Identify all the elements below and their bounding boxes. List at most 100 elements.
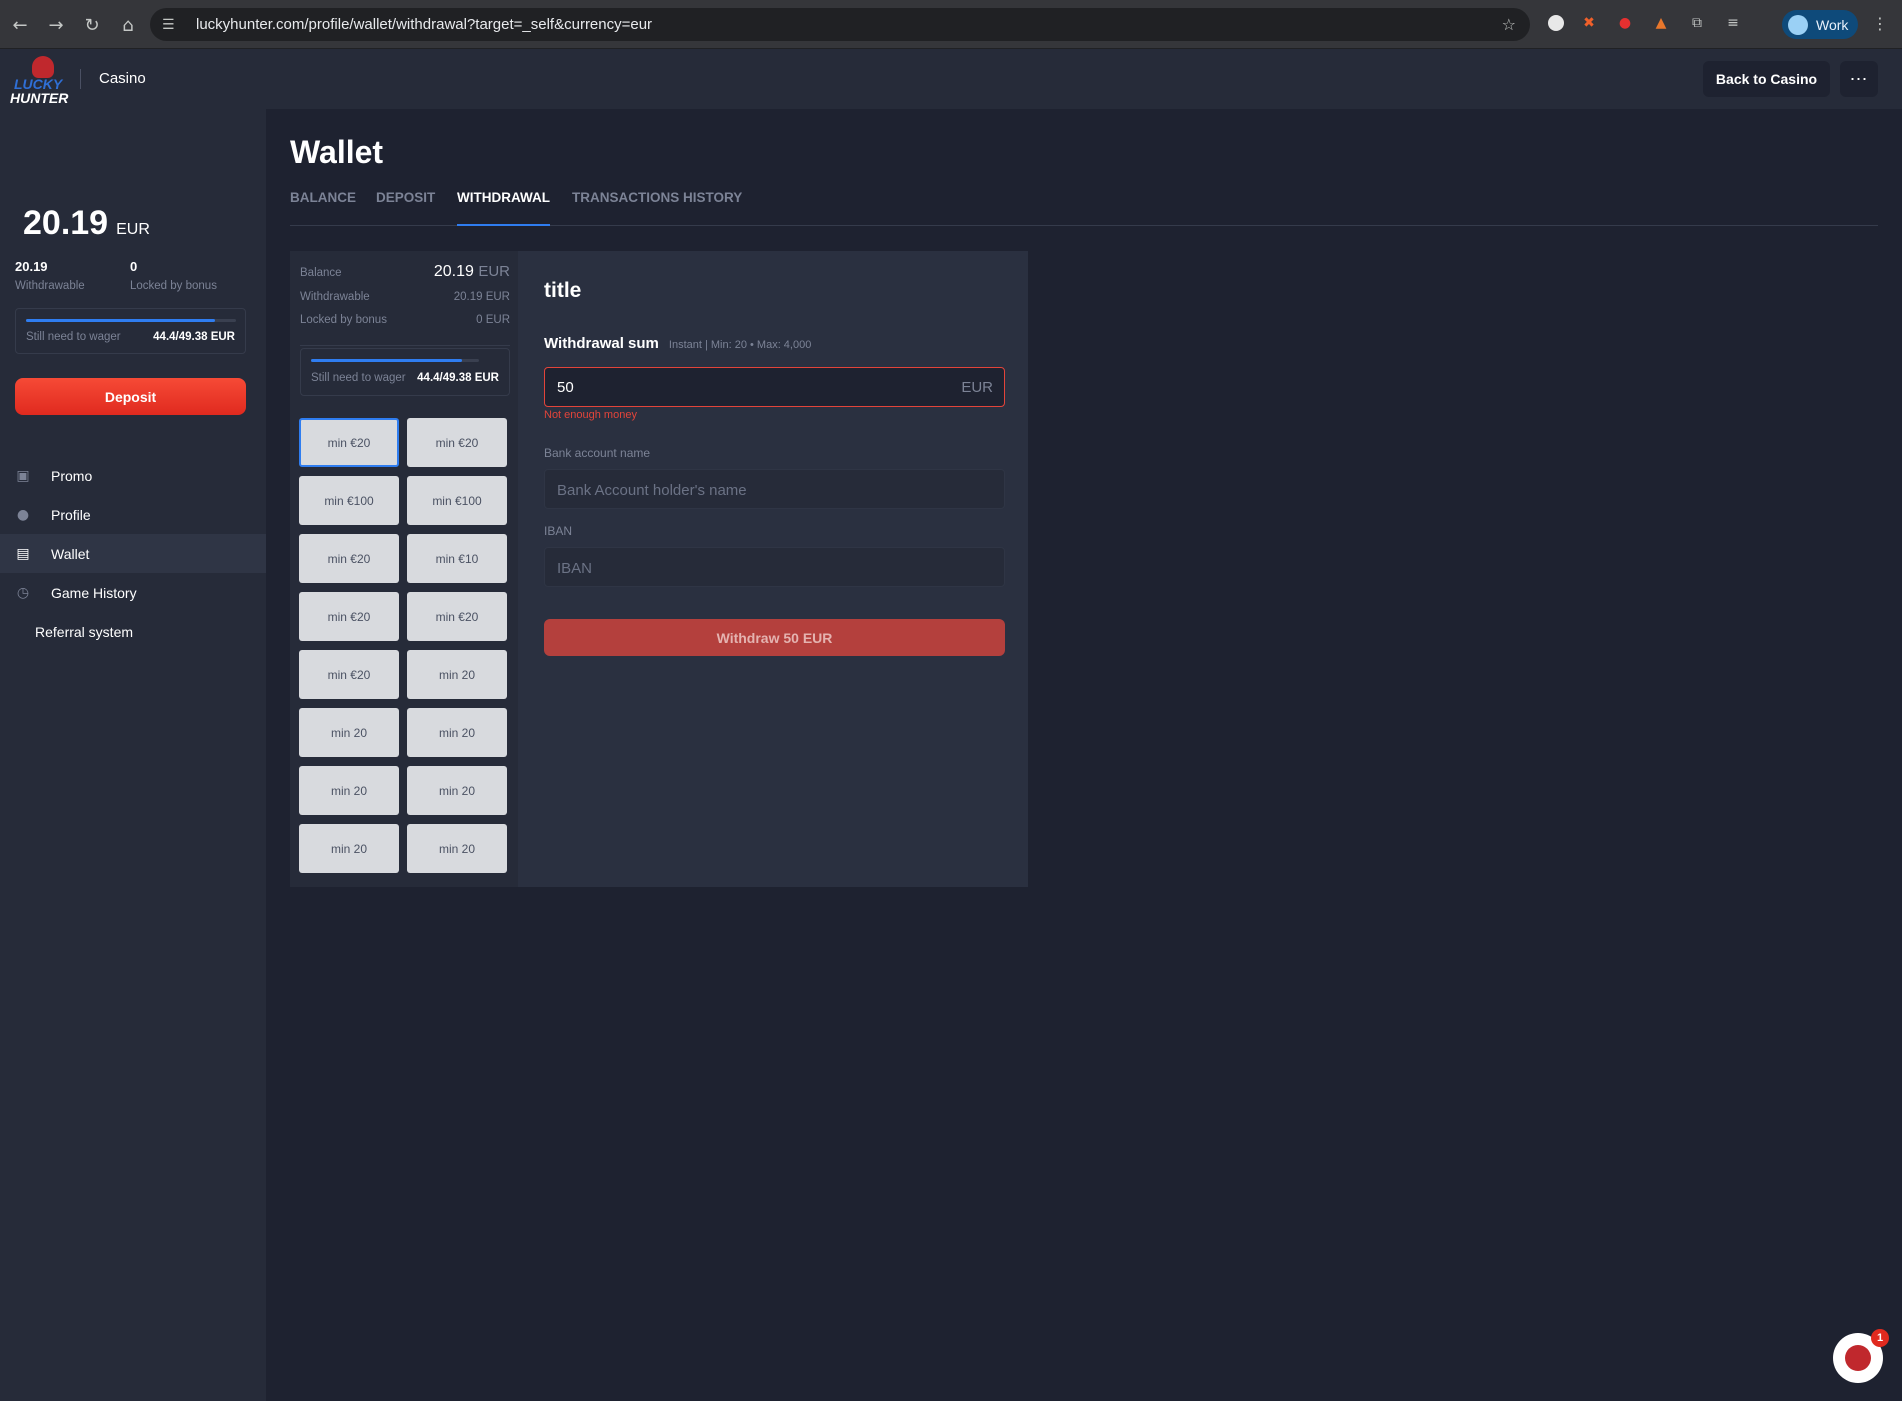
wager-box: Still need to wager 44.4/49.38 EUR — [15, 308, 246, 354]
address-bar[interactable]: ☰ luckyhunter.com/profile/wallet/withdra… — [150, 8, 1530, 41]
payment-method-chip[interactable]: min €100 — [407, 476, 507, 525]
payment-method-chip[interactable]: min 20 — [407, 766, 507, 815]
wallet-tabs: BALANCE DEPOSIT WITHDRAWAL TRANSACTIONS … — [290, 190, 1878, 226]
payment-method-chip[interactable]: min €10 — [407, 534, 507, 583]
gift-icon: ▣ — [16, 467, 30, 484]
back-to-casino-button[interactable]: Back to Casino — [1703, 61, 1830, 97]
withdraw-button[interactable]: Withdraw 50 EUR — [544, 619, 1005, 656]
locked-stat: 0 Locked by bonus — [130, 259, 217, 292]
bank-account-field[interactable]: Bank Account holder's name — [544, 469, 1005, 509]
extension-icon[interactable]: ✖ — [1578, 12, 1600, 34]
puzzle-icon[interactable]: ⧉ — [1686, 12, 1708, 34]
amount-input[interactable]: 50 EUR — [544, 367, 1005, 407]
payment-method-chip[interactable]: min €20 — [299, 592, 399, 641]
more-options-button[interactable]: ⋯ — [1840, 61, 1878, 97]
withdrawal-form: title Withdrawal sum Instant | Min: 20 •… — [518, 251, 1028, 887]
payment-method-chip[interactable]: min €20 — [407, 418, 507, 467]
summary-locked-row: Locked by bonus 0 EUR — [300, 314, 510, 326]
browser-toolbar: ← → ↻ ⌂ ☰ luckyhunter.com/profile/wallet… — [0, 0, 1902, 49]
sidebar-item-label: Profile — [51, 506, 91, 523]
balance-currency: EUR — [116, 221, 150, 238]
payment-method-chip[interactable]: min €20 — [299, 418, 399, 467]
summary-wager-box: Still need to wager 44.4/49.38 EUR — [300, 348, 510, 396]
site-settings-icon[interactable]: ☰ — [162, 17, 182, 33]
summary-wager-progress-bar — [311, 359, 463, 362]
wager-progress-bar — [26, 319, 215, 322]
summary-wager-label: Still need to wager — [311, 372, 406, 384]
tab-transactions-history[interactable]: TRANSACTIONS HISTORY — [572, 190, 742, 226]
logo[interactable]: LUCKY HUNTER — [10, 54, 72, 106]
bank-account-label: Bank account name — [544, 446, 651, 460]
url-text[interactable]: luckyhunter.com/profile/wallet/withdrawa… — [196, 16, 652, 33]
sidebar-item-wallet[interactable]: ▤ Wallet — [0, 534, 266, 573]
iban-label: IBAN — [544, 524, 573, 538]
sidebar-item-promo[interactable]: ▣ Promo — [0, 456, 266, 495]
sidebar-item-game-history[interactable]: ◷ Game History — [0, 573, 266, 612]
kebab-menu-icon[interactable]: ⋮ — [1872, 14, 1888, 33]
clock-icon: ◷ — [16, 584, 30, 601]
payment-method-chip[interactable]: min €20 — [299, 650, 399, 699]
site-header: LUCKY HUNTER Casino Back to Casino ⋯ — [0, 49, 1902, 109]
bookmark-star-icon[interactable]: ☆ — [1502, 15, 1516, 34]
summary-locked-label: Locked by bonus — [300, 314, 387, 326]
sidebar-item-label: Game History — [51, 584, 137, 601]
bank-account-placeholder: Bank Account holder's name — [557, 482, 747, 499]
wager-value: 44.4/49.38 EUR — [153, 331, 235, 343]
reload-icon[interactable]: ↻ — [80, 14, 104, 36]
summary-wager-value: 44.4/49.38 EUR — [417, 372, 499, 384]
payment-method-chip[interactable]: min 20 — [299, 766, 399, 815]
form-title: title — [544, 279, 582, 302]
withdrawable-stat: 20.19 Withdrawable — [15, 259, 85, 292]
withdrawal-sum-hint: Instant | Min: 20 • Max: 4,000 — [668, 339, 812, 351]
extension-icon[interactable] — [1548, 15, 1564, 31]
payment-method-chip[interactable]: min €20 — [299, 534, 399, 583]
locked-value: 0 — [130, 259, 138, 274]
sidebar-item-referral[interactable]: Referral system — [0, 612, 266, 651]
summary-divider — [300, 345, 510, 346]
back-arrow-icon[interactable]: ← — [8, 14, 32, 36]
summary-balance-unit: EUR — [478, 263, 510, 280]
wager-label: Still need to wager — [26, 331, 121, 343]
sidebar-item-label: Wallet — [51, 545, 90, 562]
summary-balance-label: Balance — [300, 267, 342, 279]
profile-name: Work — [1816, 16, 1849, 33]
avatar — [1788, 14, 1808, 35]
support-chat-button[interactable]: 1 — [1833, 1329, 1889, 1383]
reading-list-icon[interactable]: ≡ — [1722, 12, 1744, 34]
payment-method-chip[interactable]: min 20 — [407, 650, 507, 699]
logo-text-bottom: HUNTER — [10, 90, 69, 106]
chat-notification-badge: 1 — [1871, 1329, 1889, 1347]
withdrawal-sum-header: Withdrawal sum Instant | Min: 20 • Max: … — [544, 335, 811, 352]
methods-panel: Balance 20.19 EUR Withdrawable 20.19 EUR… — [290, 251, 518, 887]
payment-method-chip[interactable]: min 20 — [299, 824, 399, 873]
sidebar-item-profile[interactable]: ● Profile — [0, 495, 266, 534]
sidebar: 20.19 EUR 20.19 Withdrawable 0 Locked by… — [0, 109, 266, 1401]
profile-chip[interactable]: Work — [1782, 10, 1858, 39]
forward-arrow-icon[interactable]: → — [44, 14, 68, 36]
payment-method-chip[interactable]: min €20 — [407, 592, 507, 641]
payment-method-chip[interactable]: min 20 — [407, 708, 507, 757]
tab-balance[interactable]: BALANCE — [290, 190, 356, 226]
summary-withdrawable-value: 20.19 EUR — [453, 291, 510, 303]
extension-icon[interactable]: ● — [1614, 12, 1636, 34]
withdrawable-value: 20.19 — [15, 259, 48, 274]
extension-icon[interactable]: ▲ — [1650, 12, 1672, 34]
summary-withdrawable-row: Withdrawable 20.19 EUR — [300, 291, 510, 303]
tab-deposit[interactable]: DEPOSIT — [376, 190, 435, 226]
locked-label: Locked by bonus — [130, 280, 217, 292]
iban-placeholder: IBAN — [557, 560, 593, 577]
iban-field[interactable]: IBAN — [544, 547, 1005, 587]
amount-error: Not enough money — [544, 409, 637, 421]
payment-method-chip[interactable]: min €100 — [299, 476, 399, 525]
deposit-button[interactable]: Deposit — [15, 378, 246, 415]
summary-balance: 20.19 EUR — [434, 263, 510, 281]
page-title: Wallet — [290, 134, 384, 170]
withdrawable-label: Withdrawable — [15, 280, 85, 292]
sidebar-balance: 20.19 EUR — [23, 204, 150, 243]
casino-link[interactable]: Casino — [99, 70, 146, 87]
home-icon[interactable]: ⌂ — [116, 14, 140, 36]
tab-withdrawal[interactable]: WITHDRAWAL — [457, 190, 550, 226]
summary-withdrawable-label: Withdrawable — [300, 291, 370, 303]
payment-method-chip[interactable]: min 20 — [407, 824, 507, 873]
payment-method-chip[interactable]: min 20 — [299, 708, 399, 757]
